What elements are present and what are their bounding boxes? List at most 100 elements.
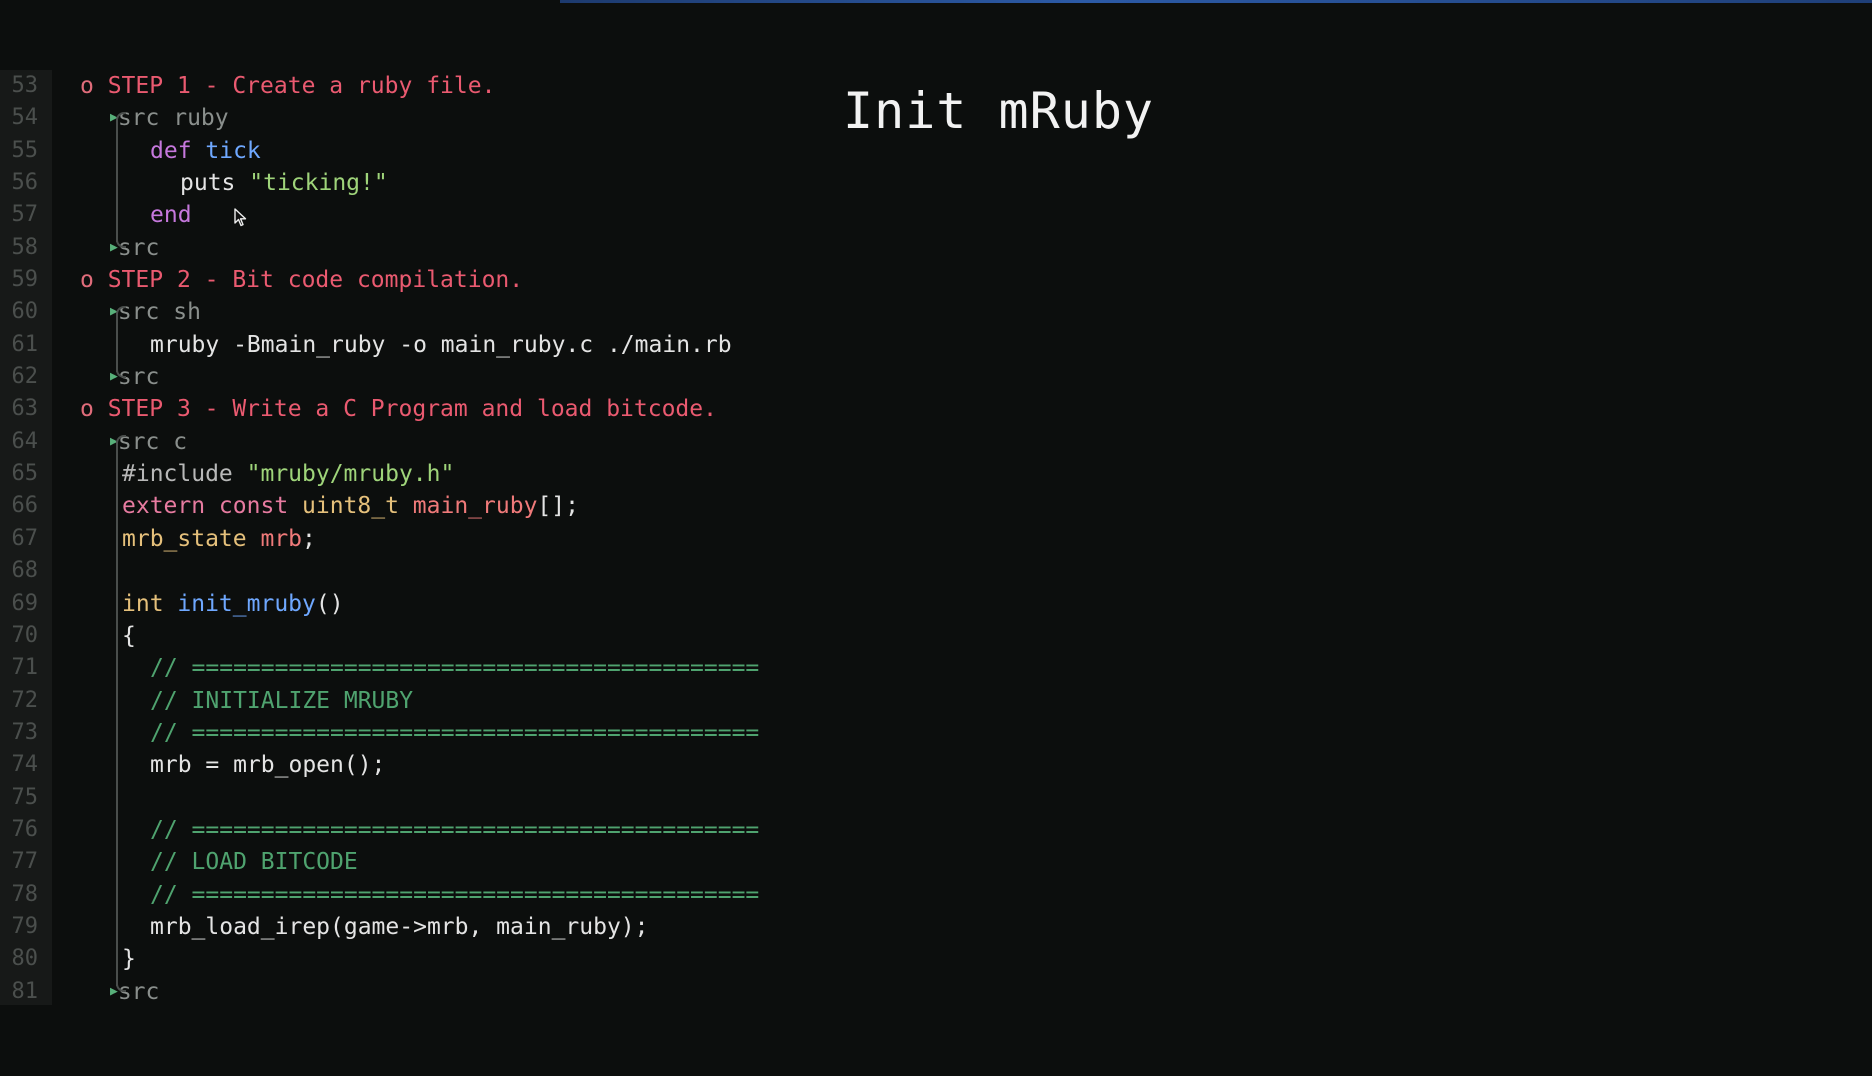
code-text: // =====================================… <box>150 652 759 684</box>
line-number: 78 <box>11 881 39 907</box>
code-line[interactable]: 79 mrb_load_irep(game->mrb, main_ruby); <box>0 911 840 943</box>
code-line[interactable]: 74 mrb = mrb_open(); <box>0 749 840 781</box>
code-line[interactable]: 61 mruby -Bmain_ruby -o main_ruby.c ./mai… <box>0 329 840 361</box>
code-token: ; <box>302 525 316 552</box>
code-line[interactable]: 75 <box>0 782 840 814</box>
code-token: init_mruby <box>177 590 316 617</box>
code-line[interactable]: 68 <box>0 555 840 587</box>
code-text: puts "ticking!" <box>180 167 388 199</box>
code-text: // =====================================… <box>150 814 759 846</box>
line-number: 61 <box>11 331 39 357</box>
code-token: // =====================================… <box>150 655 760 682</box>
code-line[interactable]: 55 def tick <box>0 135 840 167</box>
code-token: // LOAD BITCODE <box>150 849 358 876</box>
code-text: mrb_state mrb; <box>122 523 316 555</box>
code-text: extern const uint8_t main_ruby[]; <box>122 490 579 522</box>
code-token[interactable]: o <box>80 267 108 293</box>
code-line[interactable]: 77 // LOAD BITCODE <box>0 846 840 878</box>
code-line[interactable]: 76 // ===================================… <box>0 814 840 846</box>
line-number: 65 <box>11 461 39 487</box>
line-number: 54 <box>11 105 39 131</box>
code-token: tick <box>205 137 261 164</box>
code-line[interactable]: 58 ▶src <box>0 232 840 264</box>
line-number: 56 <box>11 170 39 196</box>
code-editor[interactable]: 53 o STEP 1 - Create a ruby file. 54 ▶src r… <box>0 70 840 1008</box>
src-block-bracket-ruby <box>116 112 126 248</box>
line-number: 74 <box>11 752 39 778</box>
code-text: mrb = mrb_open(); <box>150 749 385 781</box>
code-text: { <box>122 620 136 652</box>
code-text: end <box>150 199 192 231</box>
code-line[interactable]: 71 // ===================================… <box>0 652 840 684</box>
code-line[interactable]: 78 // ===================================… <box>0 879 840 911</box>
mouse-pointer-icon <box>234 208 247 227</box>
code-token: // =====================================… <box>150 816 760 843</box>
code-token: int <box>122 590 178 617</box>
line-number: 63 <box>11 396 39 422</box>
code-line[interactable]: 69 int init_mruby() <box>0 588 840 620</box>
code-token: src ruby <box>117 105 229 132</box>
code-token: "mruby/mruby.h" <box>246 461 455 488</box>
line-number: 72 <box>11 687 39 713</box>
code-token: src sh <box>117 299 201 326</box>
line-number: 55 <box>11 137 39 163</box>
code-token: []; <box>537 493 579 520</box>
code-text: o STEP 3 - Write a C Program and load bi… <box>80 393 717 425</box>
code-line[interactable]: 53 o STEP 1 - Create a ruby file. <box>0 70 840 102</box>
code-token: uint8_t <box>302 493 413 520</box>
code-text: int init_mruby() <box>122 588 344 620</box>
line-number: 66 <box>11 493 39 519</box>
line-number: 67 <box>11 525 39 551</box>
code-text: mrb_load_irep(game->mrb, main_ruby); <box>150 911 649 943</box>
code-line[interactable]: 80} <box>0 943 840 975</box>
line-number: 58 <box>11 234 39 260</box>
slide-title: Init mRuby <box>843 82 1155 140</box>
code-text: // =====================================… <box>150 717 759 749</box>
code-token: main_ruby <box>412 493 538 520</box>
code-token: #include <box>122 461 247 488</box>
code-line[interactable]: 56 puts "ticking!" <box>0 167 840 199</box>
code-line[interactable]: 73 // ===================================… <box>0 717 840 749</box>
code-text: #include "mruby/mruby.h" <box>122 458 454 490</box>
code-line[interactable]: 54 ▶src ruby <box>0 102 840 134</box>
code-line[interactable]: 60 ▶src sh <box>0 296 840 328</box>
src-block-bracket-sh <box>116 306 126 378</box>
line-number: 68 <box>11 558 39 584</box>
code-line[interactable]: 81 ▶src <box>0 976 840 1008</box>
code-text: // =====================================… <box>150 879 759 911</box>
code-text: mruby -Bmain_ruby -o main_ruby.c ./main.… <box>150 329 732 361</box>
code-line[interactable]: 66 extern const uint8_t main_ruby[]; <box>0 490 840 522</box>
line-number: 62 <box>11 364 39 390</box>
code-text: def tick <box>150 135 261 167</box>
code-line[interactable]: 63 o STEP 3 - Write a C Program and load … <box>0 393 840 425</box>
code-line[interactable]: 72 // INITIALIZE MRUBY <box>0 685 840 717</box>
code-token: () <box>315 590 344 617</box>
code-line[interactable]: 57 end <box>0 199 840 231</box>
code-token: } <box>122 946 136 973</box>
code-token[interactable]: o <box>80 396 108 422</box>
code-token: puts <box>180 170 250 197</box>
code-line[interactable]: 67 mrb_state mrb; <box>0 523 840 555</box>
code-line[interactable]: 65 #include "mruby/mruby.h" <box>0 458 840 490</box>
code-text: } <box>122 943 136 975</box>
code-text: // LOAD BITCODE <box>150 846 358 878</box>
code-text: ▶src ruby <box>110 102 229 134</box>
top-accent-bar <box>560 0 1872 3</box>
line-number: 69 <box>11 590 39 616</box>
code-line[interactable]: 62 ▶src <box>0 361 840 393</box>
code-text: o STEP 2 - Bit code compilation. <box>80 264 523 296</box>
code-line[interactable]: 70 { <box>0 620 840 652</box>
line-number: 60 <box>11 299 39 325</box>
code-token: src c <box>117 428 188 455</box>
code-token: end <box>150 202 192 229</box>
code-token[interactable]: o <box>80 73 108 99</box>
code-line[interactable]: 59 o STEP 2 - Bit code compilation. <box>0 264 840 296</box>
code-token: // =====================================… <box>150 881 760 908</box>
line-number: 57 <box>11 202 39 228</box>
line-number: 73 <box>11 719 39 745</box>
code-line[interactable]: 64 ▶src c <box>0 426 840 458</box>
code-token: extern const <box>122 493 303 520</box>
line-number: 80 <box>11 946 39 972</box>
code-token: mrb_state <box>122 525 261 552</box>
code-token: STEP 2 - Bit code compilation. <box>107 267 524 294</box>
